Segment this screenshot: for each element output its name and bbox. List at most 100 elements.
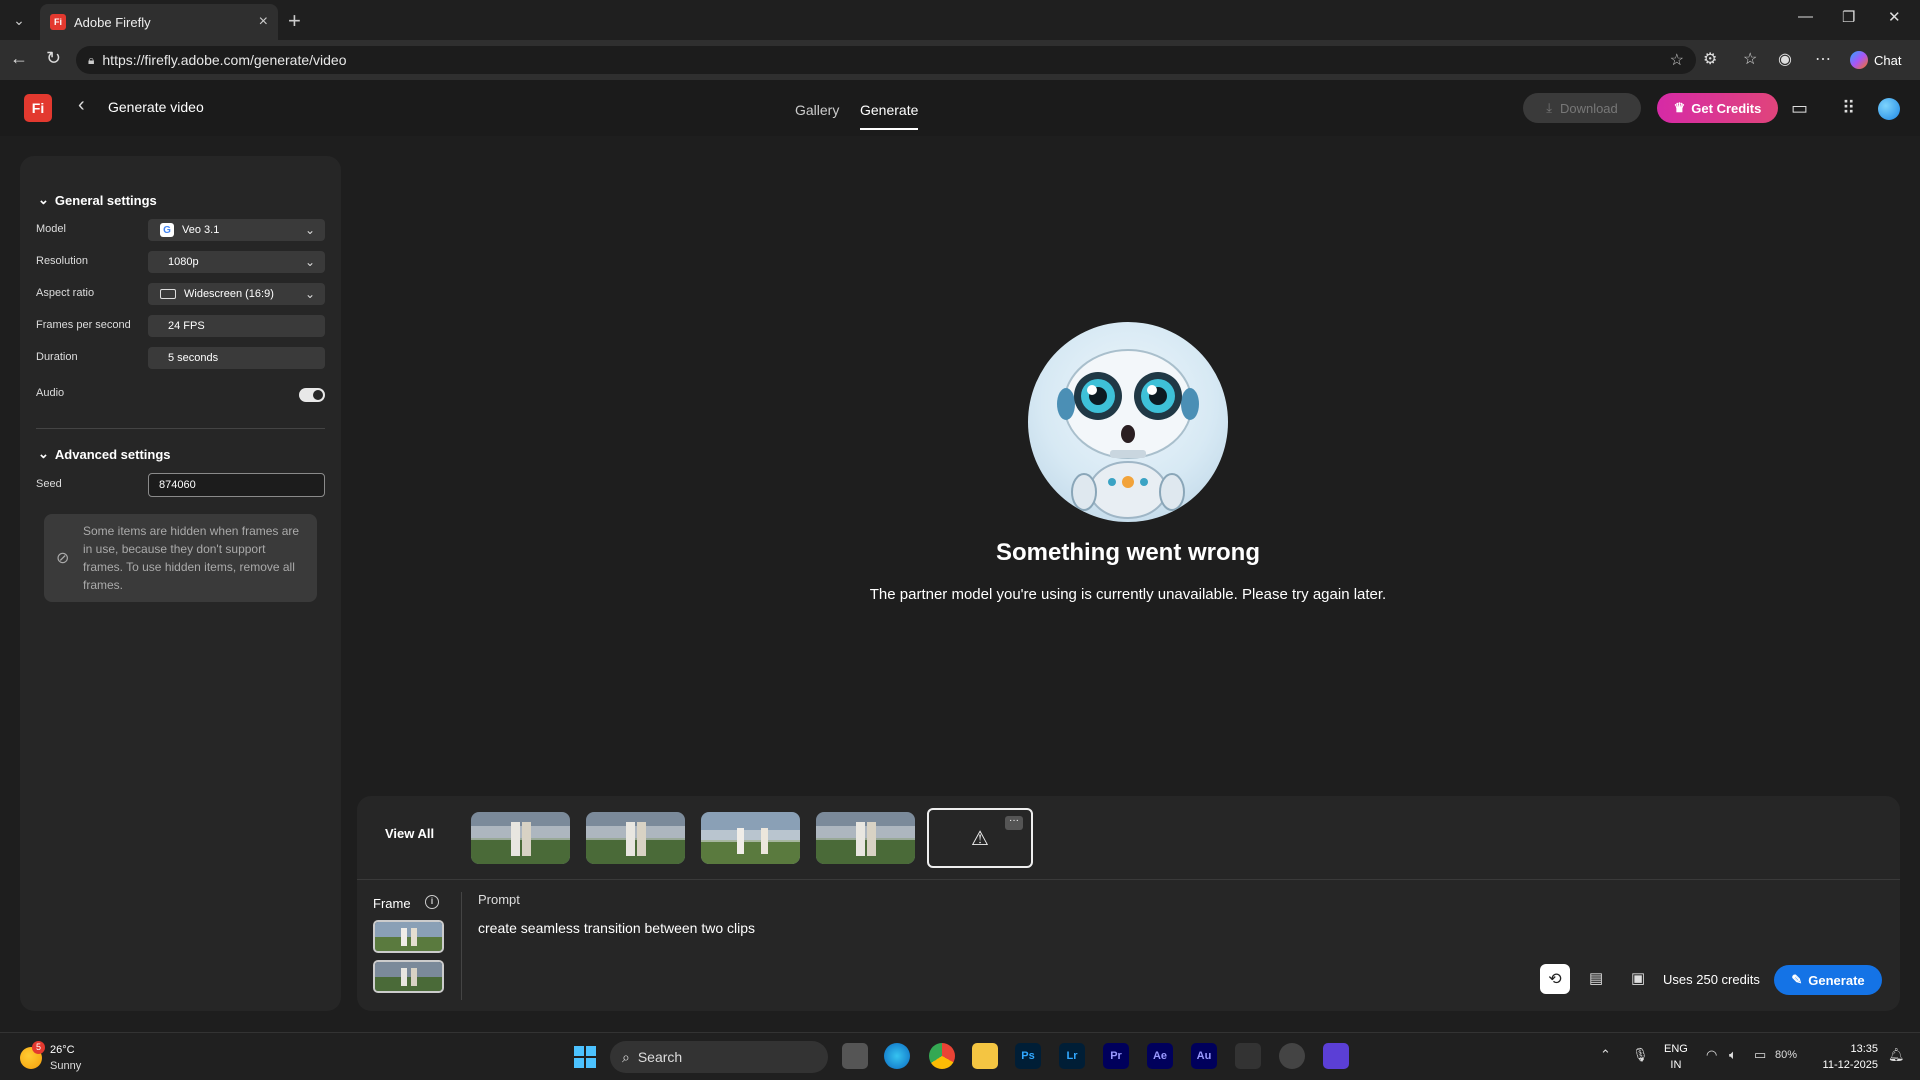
generate-label: Generate	[1808, 972, 1865, 988]
settings-sidebar: ⌄ General settings Model G Veo 3.1 ⌄ Res…	[20, 156, 341, 1011]
temperature: 26°C	[50, 1044, 75, 1056]
browser-tab[interactable]: Fi Adobe Firefly ×	[40, 4, 278, 40]
google-icon: G	[160, 223, 174, 237]
after-effects-icon[interactable]: Ae	[1147, 1043, 1173, 1069]
history-thumbnail[interactable]	[816, 812, 915, 864]
start-frame-thumbnail[interactable]	[373, 920, 444, 953]
prompt-input[interactable]: create seamless transition between two c…	[478, 920, 755, 936]
window-close-icon[interactable]: ✕	[1888, 8, 1901, 26]
feedback-icon[interactable]: ▭	[1791, 98, 1808, 119]
download-button[interactable]: ⤓ Download	[1523, 93, 1641, 123]
frame-label: Frame	[373, 896, 411, 911]
tab-generate[interactable]: Generate	[860, 102, 919, 130]
premiere-icon[interactable]: Pr	[1103, 1043, 1129, 1069]
robot-icon	[1057, 349, 1199, 519]
history-thumbnail[interactable]	[471, 812, 570, 864]
language-code: ENG	[1664, 1043, 1688, 1055]
extensions-icon[interactable]: ⚙	[1703, 49, 1717, 69]
divider	[36, 428, 325, 429]
tray-chevron-up-icon[interactable]: ⌃	[1600, 1047, 1611, 1063]
end-frame-thumbnail[interactable]	[373, 960, 444, 993]
restore-icon[interactable]: ❐	[1842, 8, 1855, 26]
obs-icon[interactable]	[1279, 1043, 1305, 1069]
chevron-down-icon: ⌄	[304, 287, 315, 301]
duration-value: 5 seconds	[168, 352, 219, 364]
back-arrow-icon[interactable]: ←	[10, 48, 28, 69]
chrome-icon[interactable]	[929, 1043, 955, 1069]
windows-taskbar: 5 26°C Sunny ⌕ Search Ps Lr Pr Ae Au ⌃ 🎙…	[0, 1032, 1920, 1080]
edge-icon[interactable]	[884, 1043, 910, 1069]
duration-field[interactable]: 5 seconds	[148, 347, 325, 369]
main-area: ⌄ General settings Model G Veo 3.1 ⌄ Res…	[0, 136, 1920, 1032]
divider	[461, 892, 462, 1000]
favorite-star-icon[interactable]: ☆	[1670, 50, 1684, 70]
crown-icon: ♛	[1673, 100, 1686, 115]
resolution-select[interactable]: 1080p ⌄	[148, 251, 325, 273]
tab-actions-chevron-icon[interactable]: ⌄	[6, 8, 32, 32]
windows-start-icon[interactable]	[574, 1046, 596, 1068]
aspect-ratio-select[interactable]: Widescreen (16:9) ⌄	[148, 283, 325, 305]
hidden-items-notice: ⊘ Some items are hidden when frames are …	[44, 514, 317, 602]
battery-icon[interactable]: ▭	[1754, 1047, 1766, 1063]
history-icon[interactable]: ⟲	[1540, 964, 1570, 994]
divider	[357, 879, 1900, 880]
photoshop-icon[interactable]: Ps	[1015, 1043, 1041, 1069]
vpn-shield-icon[interactable]	[1323, 1043, 1349, 1069]
browser-tab-bar: ⌄ Fi Adobe Firefly × + — ❐ ✕	[0, 0, 1920, 40]
resolution-value: 1080p	[168, 256, 199, 268]
fps-value: 24 FPS	[168, 320, 205, 332]
audio-toggle[interactable]	[299, 388, 325, 402]
clock[interactable]: 13:35 11-12-2025	[1812, 1041, 1878, 1073]
seed-label: Seed	[36, 478, 62, 490]
view-all-button[interactable]: View All	[385, 826, 434, 841]
get-credits-button[interactable]: ♛ Get Credits	[1657, 93, 1778, 123]
general-settings-toggle[interactable]: ⌄ General settings	[38, 192, 157, 208]
wifi-icon[interactable]: ◠	[1706, 1047, 1717, 1063]
refresh-icon[interactable]: ↻	[46, 48, 61, 69]
back-chevron-icon[interactable]: ‹	[78, 94, 85, 117]
info-icon[interactable]: i	[425, 895, 439, 909]
more-menu-icon[interactable]: ⋯	[1815, 49, 1831, 69]
taskbar-search[interactable]: ⌕ Search	[610, 1041, 828, 1073]
volume-icon[interactable]: 🔈︎	[1729, 1047, 1737, 1063]
model-select[interactable]: G Veo 3.1 ⌄	[148, 219, 325, 241]
lightroom-icon[interactable]: Lr	[1059, 1043, 1085, 1069]
fps-field[interactable]: 24 FPS	[148, 315, 325, 337]
task-view-icon[interactable]	[842, 1043, 868, 1069]
date: 11-12-2025	[1822, 1059, 1878, 1071]
file-explorer-icon[interactable]	[972, 1043, 998, 1069]
url-bar[interactable]: 🔒︎ https://firefly.adobe.com/generate/vi…	[76, 46, 1696, 74]
download-icon: ⤓	[1546, 100, 1552, 115]
profile-icon[interactable]: ◉	[1778, 49, 1792, 69]
new-tab-icon[interactable]: +	[288, 8, 301, 34]
generate-button[interactable]: ✎ Generate	[1774, 965, 1882, 995]
chevron-down-icon: ⌄	[38, 192, 49, 207]
style-settings-icon[interactable]: ▤	[1589, 969, 1603, 987]
copilot-chat-button[interactable]: Chat	[1844, 45, 1916, 75]
apps-grid-icon[interactable]: ⠿	[1842, 98, 1855, 119]
advanced-settings-toggle[interactable]: ⌄ Advanced settings	[38, 446, 171, 462]
firefly-logo[interactable]: Fi	[24, 94, 52, 122]
close-tab-icon[interactable]: ×	[259, 13, 268, 31]
davinci-icon[interactable]	[1235, 1043, 1261, 1069]
lock-icon[interactable]: 🔒︎	[88, 53, 94, 68]
generate-icon: ✎	[1791, 972, 1803, 987]
fps-label: Frames per second	[36, 319, 131, 331]
notifications-bell-icon[interactable]: 🔔︎	[1888, 1047, 1905, 1063]
history-thumbnail[interactable]	[701, 812, 800, 864]
failed-generation-thumbnail[interactable]: ⚠ ···	[927, 808, 1033, 868]
notice-text: Some items are hidden when frames are in…	[83, 524, 300, 592]
history-thumbnail[interactable]	[586, 812, 685, 864]
notification-badge: 5	[32, 1041, 45, 1054]
minimize-icon[interactable]: —	[1798, 8, 1813, 25]
credits-icon: ▣	[1631, 970, 1646, 987]
microphone-icon[interactable]: 🎙︎	[1632, 1047, 1649, 1063]
more-options-icon[interactable]: ···	[1005, 816, 1023, 830]
favorites-icon[interactable]: ☆	[1743, 49, 1757, 69]
tab-gallery[interactable]: Gallery	[795, 102, 839, 118]
avatar[interactable]	[1878, 98, 1900, 120]
seed-input[interactable]	[148, 473, 325, 497]
audition-icon[interactable]: Au	[1191, 1043, 1217, 1069]
language-indicator[interactable]: ENG IN	[1664, 1041, 1688, 1073]
url-text[interactable]: https://firefly.adobe.com/generate/video	[102, 52, 346, 68]
